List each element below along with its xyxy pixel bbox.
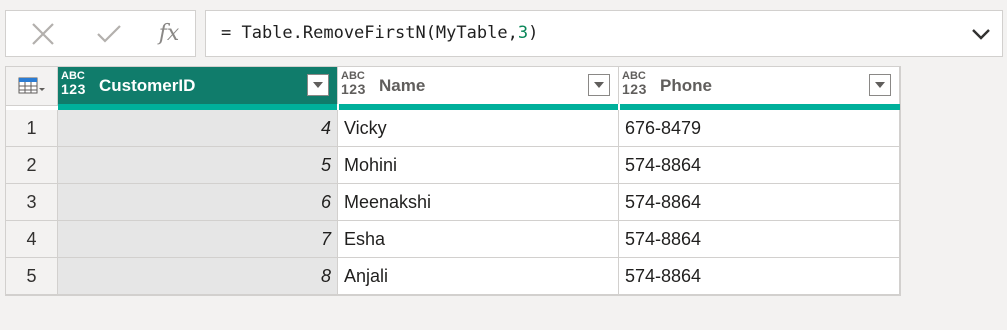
cell-phone[interactable]: 676-8479: [619, 110, 900, 147]
cell-name[interactable]: Meenakshi: [338, 184, 619, 221]
table-row: 4 7 Esha 574-8864: [6, 221, 900, 258]
table-row: 3 6 Meenakshi 574-8864: [6, 184, 900, 221]
column-label: Phone: [660, 76, 712, 95]
cell-phone[interactable]: 574-8864: [619, 221, 900, 258]
column-header-phone[interactable]: ABC 123 Phone: [619, 67, 900, 104]
row-number[interactable]: 4: [6, 221, 58, 258]
column-label: Name: [379, 76, 426, 95]
confirm-button[interactable]: [80, 11, 138, 56]
cell-customerid[interactable]: 6: [58, 184, 338, 221]
formula-suffix: ): [528, 23, 539, 43]
expand-formula-button[interactable]: [968, 11, 994, 56]
filter-dropdown-button[interactable]: [869, 74, 891, 96]
cell-customerid[interactable]: 4: [58, 110, 338, 147]
type-123-label: 123: [622, 81, 647, 97]
dropdown-arrow-icon: [313, 82, 323, 88]
table-row: 5 8 Anjali 574-8864: [6, 258, 900, 295]
table-row: 1 4 Vicky 676-8479: [6, 110, 900, 147]
column-header-customerid[interactable]: ABC 123 CustomerID: [58, 67, 338, 104]
table-menu-button[interactable]: [6, 67, 58, 106]
x-icon: [32, 22, 54, 45]
data-grid: ABC 123 CustomerID ABC 123 Name ABC 123 …: [5, 66, 901, 296]
cell-name[interactable]: Esha: [338, 221, 619, 258]
cell-name[interactable]: Vicky: [338, 110, 619, 147]
type-123-label: 123: [61, 81, 86, 97]
cell-phone[interactable]: 574-8864: [619, 184, 900, 221]
column-label: CustomerID: [99, 76, 196, 95]
insert-function-button[interactable]: fx: [144, 11, 194, 56]
cancel-button[interactable]: [14, 11, 72, 56]
cell-name[interactable]: Anjali: [338, 258, 619, 295]
type-123-label: 123: [341, 81, 366, 97]
dropdown-arrow-icon: [875, 82, 885, 88]
column-header-name[interactable]: ABC 123 Name: [338, 67, 619, 104]
formula-input[interactable]: = Table.RemoveFirstN(MyTable,3): [205, 10, 1003, 57]
chevron-down-icon: [972, 28, 990, 40]
formula-prefix: = Table.RemoveFirstN(MyTable,: [221, 23, 518, 43]
cell-customerid[interactable]: 5: [58, 147, 338, 184]
filter-dropdown-button[interactable]: [307, 74, 329, 96]
any-type-icon[interactable]: ABC 123: [341, 70, 373, 100]
check-icon: [97, 24, 121, 43]
formula-controls: fx: [5, 10, 196, 57]
row-number[interactable]: 3: [6, 184, 58, 221]
row-number[interactable]: 5: [6, 258, 58, 295]
cell-customerid[interactable]: 7: [58, 221, 338, 258]
formula-number: 3: [517, 23, 529, 43]
row-number[interactable]: 2: [6, 147, 58, 184]
cell-phone[interactable]: 574-8864: [619, 147, 900, 184]
dropdown-arrow-icon: [594, 82, 604, 88]
filter-dropdown-button[interactable]: [588, 74, 610, 96]
cell-name[interactable]: Mohini: [338, 147, 619, 184]
any-type-icon[interactable]: ABC 123: [61, 70, 93, 100]
fx-icon: fx: [158, 21, 180, 46]
table-icon: [18, 77, 45, 94]
any-type-icon[interactable]: ABC 123: [622, 70, 654, 100]
cell-customerid[interactable]: 8: [58, 258, 338, 295]
cell-phone[interactable]: 574-8864: [619, 258, 900, 295]
formula-text: = Table.RemoveFirstN(MyTable,3): [221, 11, 538, 56]
table-row: 2 5 Mohini 574-8864: [6, 147, 900, 184]
row-number[interactable]: 1: [6, 110, 58, 147]
